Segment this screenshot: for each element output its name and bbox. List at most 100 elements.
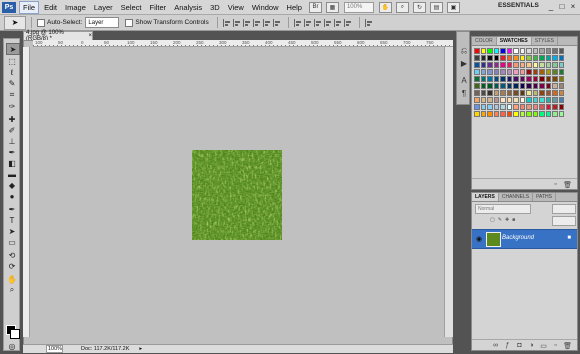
menu-file[interactable]: File: [19, 0, 40, 14]
color-swatch[interactable]: [552, 97, 558, 103]
tab-swatches[interactable]: SWATCHES: [496, 37, 532, 45]
color-swatch[interactable]: [506, 104, 512, 110]
menu-3d[interactable]: 3D: [207, 2, 223, 13]
color-swatch[interactable]: [474, 62, 480, 68]
color-swatch[interactable]: [532, 48, 538, 54]
color-swatch[interactable]: [506, 90, 512, 96]
color-swatch[interactable]: [552, 111, 558, 117]
color-swatch[interactable]: [500, 104, 506, 110]
rotate-view-icon[interactable]: ↻: [412, 1, 426, 13]
color-swatch[interactable]: [519, 97, 525, 103]
color-swatch[interactable]: [545, 55, 551, 61]
actions-panel-icon[interactable]: ▶: [459, 59, 469, 68]
auto-align-icon[interactable]: [364, 18, 373, 27]
color-swatch[interactable]: [519, 111, 525, 117]
distribute-top-icon[interactable]: [293, 18, 302, 27]
color-swatch[interactable]: [532, 55, 538, 61]
color-swatch[interactable]: [552, 90, 558, 96]
color-swatch[interactable]: [480, 69, 486, 75]
minimize-button[interactable]: _: [546, 2, 556, 11]
color-swatch[interactable]: [539, 69, 545, 75]
color-swatch[interactable]: [545, 111, 551, 117]
color-swatch[interactable]: [552, 104, 558, 110]
mini-bridge-icon[interactable]: ▦: [325, 1, 339, 13]
adjustment-layer-icon[interactable]: ◑: [528, 342, 535, 349]
align-top-icon[interactable]: [222, 18, 231, 27]
tab-styles[interactable]: STYLES: [532, 37, 558, 45]
color-swatch[interactable]: [532, 104, 538, 110]
color-swatch[interactable]: [480, 90, 486, 96]
color-swatch[interactable]: [480, 104, 486, 110]
dodge-tool-icon[interactable]: ●: [6, 191, 18, 201]
close-button[interactable]: ×: [568, 2, 578, 11]
blend-mode-dropdown[interactable]: Normal: [475, 204, 531, 214]
color-swatch[interactable]: [519, 69, 525, 75]
color-swatch[interactable]: [474, 76, 480, 82]
color-swatch[interactable]: [500, 90, 506, 96]
color-swatch[interactable]: [500, 111, 506, 117]
color-swatch[interactable]: [526, 104, 532, 110]
color-swatch[interactable]: [493, 90, 499, 96]
color-swatch[interactable]: [545, 62, 551, 68]
color-swatch[interactable]: [506, 76, 512, 82]
color-swatch[interactable]: [474, 48, 480, 54]
color-swatch[interactable]: [500, 48, 506, 54]
color-swatch[interactable]: [558, 104, 564, 110]
menu-view[interactable]: View: [225, 2, 247, 13]
color-swatch[interactable]: [545, 90, 551, 96]
delete-layer-icon[interactable]: 🗑: [563, 342, 572, 350]
color-swatch[interactable]: [506, 48, 512, 54]
distribute-left-icon[interactable]: [323, 18, 332, 27]
color-swatch[interactable]: [558, 69, 564, 75]
color-swatch[interactable]: [480, 48, 486, 54]
color-swatch[interactable]: [487, 76, 493, 82]
color-swatch[interactable]: [487, 48, 493, 54]
menu-image[interactable]: Image: [62, 2, 89, 13]
history-panel-icon[interactable]: ⎌: [459, 46, 469, 55]
new-group-icon[interactable]: ▭: [540, 342, 547, 350]
show-transform-checkbox[interactable]: [125, 18, 134, 27]
menu-select[interactable]: Select: [118, 2, 145, 13]
shape-tool-icon[interactable]: ▭: [6, 237, 18, 247]
color-swatch[interactable]: [500, 97, 506, 103]
status-zoom-field[interactable]: 100%: [46, 345, 63, 353]
color-swatch[interactable]: [506, 97, 512, 103]
lasso-tool-icon[interactable]: ℓ: [6, 67, 18, 77]
new-swatch-icon[interactable]: ▫: [552, 181, 559, 188]
history-brush-tool-icon[interactable]: ✒: [6, 147, 18, 157]
path-selection-tool-icon[interactable]: ➤: [6, 226, 18, 236]
color-swatch[interactable]: [519, 90, 525, 96]
vertical-scrollbar[interactable]: [444, 47, 453, 337]
color-swatch[interactable]: [493, 97, 499, 103]
color-swatch[interactable]: [558, 83, 564, 89]
opacity-field[interactable]: [552, 204, 576, 214]
tool-preset-picker[interactable]: ➤: [4, 15, 26, 30]
color-swatch[interactable]: [513, 104, 519, 110]
color-swatch[interactable]: [513, 76, 519, 82]
paragraph-panel-icon[interactable]: ¶: [459, 89, 469, 98]
link-layers-icon[interactable]: ∞: [492, 342, 499, 349]
color-swatch[interactable]: [474, 97, 480, 103]
menu-window[interactable]: Window: [249, 2, 282, 13]
3d-rotate-tool-icon[interactable]: ⟲: [6, 250, 18, 260]
color-swatch[interactable]: [558, 62, 564, 68]
color-swatch[interactable]: [513, 97, 519, 103]
color-swatch[interactable]: [532, 69, 538, 75]
status-menu-arrow-icon[interactable]: ▸: [139, 346, 142, 352]
distribute-right-icon[interactable]: [343, 18, 352, 27]
color-swatch[interactable]: [487, 90, 493, 96]
align-vcenter-icon[interactable]: [232, 18, 241, 27]
color-swatch[interactable]: [500, 83, 506, 89]
distribute-vcenter-icon[interactable]: [303, 18, 312, 27]
color-swatch[interactable]: [487, 104, 493, 110]
color-swatch[interactable]: [539, 104, 545, 110]
color-swatch[interactable]: [519, 83, 525, 89]
eraser-tool-icon[interactable]: ◧: [6, 158, 18, 168]
hand-tool-icon[interactable]: ✋: [378, 1, 392, 13]
color-swatch[interactable]: [493, 69, 499, 75]
color-swatch[interactable]: [480, 55, 486, 61]
color-swatch[interactable]: [526, 62, 532, 68]
color-swatch[interactable]: [474, 90, 480, 96]
color-swatch[interactable]: [506, 62, 512, 68]
zoom-tool-icon[interactable]: ⌕: [6, 285, 18, 295]
